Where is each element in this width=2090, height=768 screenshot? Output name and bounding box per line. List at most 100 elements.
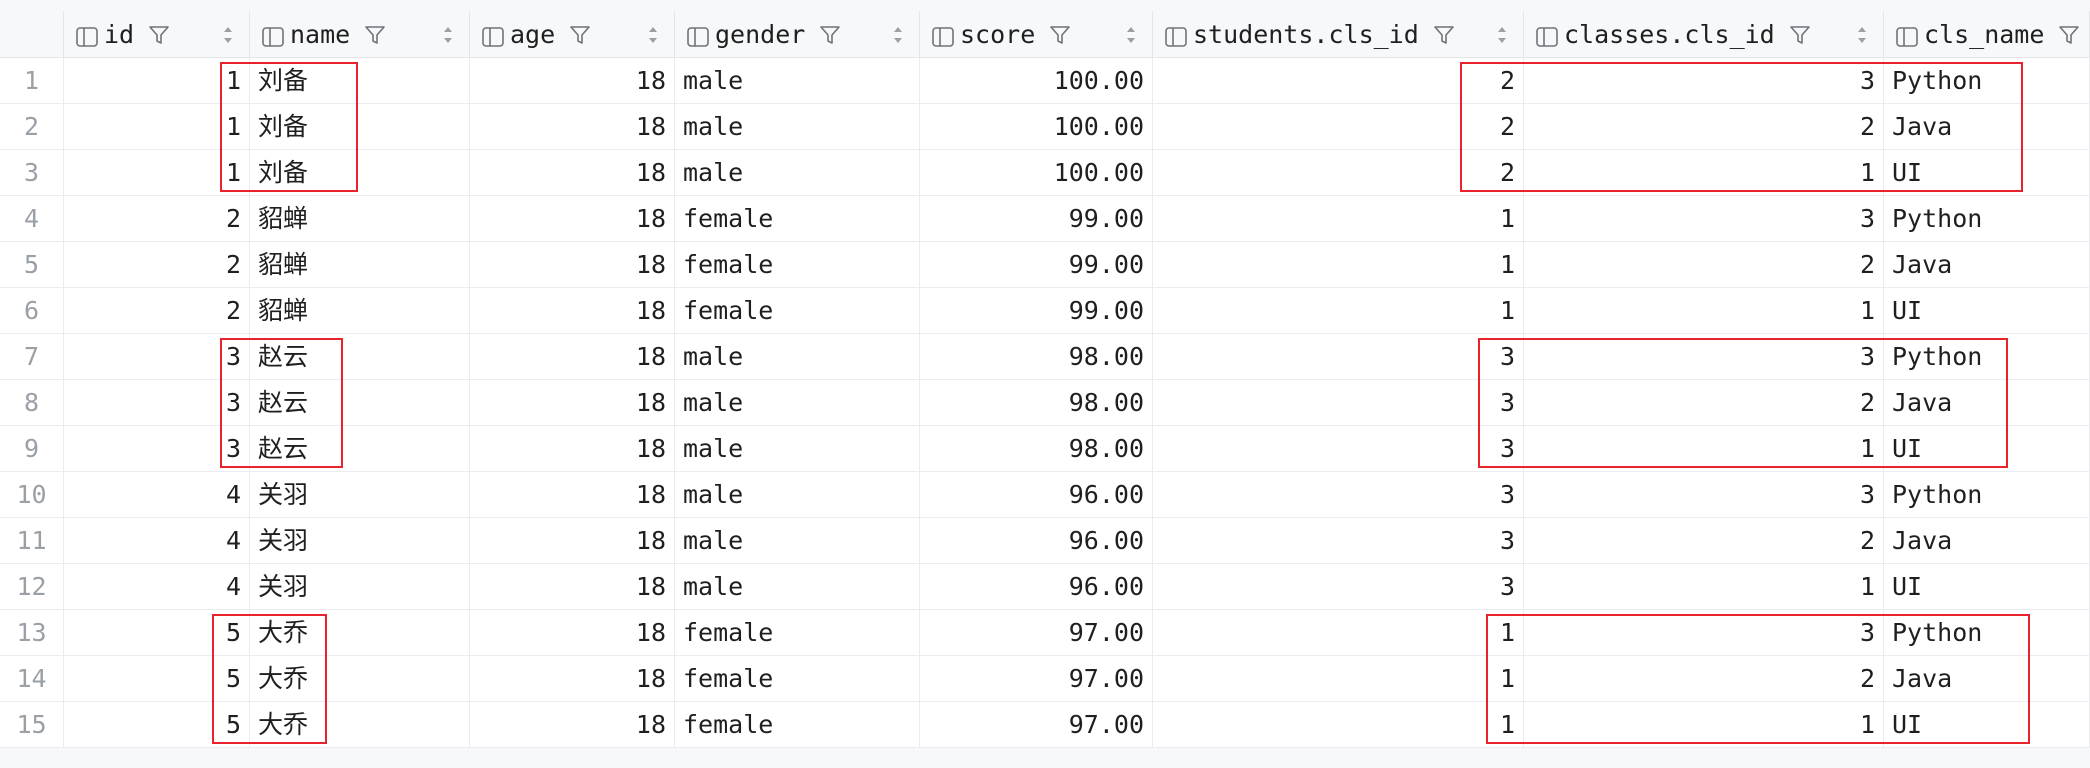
cell-score[interactable]: 99.00 [920, 196, 1153, 241]
cell-age[interactable]: 18 [470, 702, 675, 747]
cell-gender[interactable]: male [675, 150, 920, 195]
column-header-score[interactable]: score [920, 11, 1153, 57]
cell-score[interactable]: 97.00 [920, 656, 1153, 701]
cell-cls-name[interactable]: Java [1884, 518, 2090, 563]
cell-classes-cls-id[interactable]: 1 [1524, 426, 1884, 471]
sort-icon[interactable] [1125, 23, 1137, 45]
table-row[interactable]: 9 3 赵云 18 male 98.00 3 1 UI [0, 426, 2090, 472]
table-row[interactable]: 2 1 刘备 18 male 100.00 2 2 Java [0, 104, 2090, 150]
cell-gender[interactable]: male [675, 564, 920, 609]
cell-score[interactable]: 96.00 [920, 518, 1153, 563]
cell-students-cls-id[interactable]: 2 [1153, 104, 1524, 149]
cell-students-cls-id[interactable]: 1 [1153, 656, 1524, 701]
cell-students-cls-id[interactable]: 1 [1153, 196, 1524, 241]
cell-name[interactable]: 貂蝉 [250, 288, 470, 333]
cell-score[interactable]: 98.00 [920, 380, 1153, 425]
cell-name[interactable]: 刘备 [250, 104, 470, 149]
cell-name[interactable]: 赵云 [250, 334, 470, 379]
cell-age[interactable]: 18 [470, 380, 675, 425]
cell-gender[interactable]: male [675, 380, 920, 425]
filter-icon[interactable] [2058, 23, 2080, 45]
cell-cls-name[interactable]: Python [1884, 610, 2090, 655]
cell-classes-cls-id[interactable]: 3 [1524, 58, 1884, 103]
cell-age[interactable]: 18 [470, 656, 675, 701]
filter-icon[interactable] [364, 23, 386, 45]
cell-students-cls-id[interactable]: 3 [1153, 380, 1524, 425]
cell-age[interactable]: 18 [470, 564, 675, 609]
cell-cls-name[interactable]: Java [1884, 380, 2090, 425]
cell-id[interactable]: 5 [64, 656, 250, 701]
table-row[interactable]: 1 1 刘备 18 male 100.00 2 3 Python [0, 58, 2090, 104]
cell-gender[interactable]: female [675, 288, 920, 333]
cell-classes-cls-id[interactable]: 3 [1524, 610, 1884, 655]
cell-name[interactable]: 关羽 [250, 472, 470, 517]
filter-icon[interactable] [569, 23, 591, 45]
cell-students-cls-id[interactable]: 1 [1153, 702, 1524, 747]
sort-icon[interactable] [647, 23, 659, 45]
cell-name[interactable]: 刘备 [250, 150, 470, 195]
cell-age[interactable]: 18 [470, 288, 675, 333]
filter-icon[interactable] [1789, 23, 1811, 45]
cell-cls-name[interactable]: UI [1884, 702, 2090, 747]
cell-gender[interactable]: female [675, 242, 920, 287]
cell-age[interactable]: 18 [470, 334, 675, 379]
sort-icon[interactable] [892, 23, 904, 45]
cell-classes-cls-id[interactable]: 1 [1524, 150, 1884, 195]
cell-students-cls-id[interactable]: 1 [1153, 242, 1524, 287]
cell-classes-cls-id[interactable]: 3 [1524, 196, 1884, 241]
table-row[interactable]: 10 4 关羽 18 male 96.00 3 3 Python [0, 472, 2090, 518]
cell-name[interactable]: 赵云 [250, 380, 470, 425]
sort-icon[interactable] [1496, 23, 1508, 45]
cell-name[interactable]: 关羽 [250, 564, 470, 609]
cell-age[interactable]: 18 [470, 242, 675, 287]
cell-cls-name[interactable]: Java [1884, 656, 2090, 701]
cell-age[interactable]: 18 [470, 426, 675, 471]
cell-score[interactable]: 100.00 [920, 58, 1153, 103]
cell-score[interactable]: 100.00 [920, 150, 1153, 195]
column-header-classes-cls-id[interactable]: classes.cls_id [1524, 11, 1884, 57]
cell-students-cls-id[interactable]: 2 [1153, 150, 1524, 195]
cell-gender[interactable]: female [675, 656, 920, 701]
cell-gender[interactable]: female [675, 610, 920, 655]
cell-classes-cls-id[interactable]: 2 [1524, 104, 1884, 149]
cell-classes-cls-id[interactable]: 3 [1524, 472, 1884, 517]
cell-score[interactable]: 98.00 [920, 334, 1153, 379]
cell-classes-cls-id[interactable]: 2 [1524, 656, 1884, 701]
column-header-name[interactable]: name [250, 11, 470, 57]
cell-cls-name[interactable]: UI [1884, 288, 2090, 333]
cell-gender[interactable]: male [675, 518, 920, 563]
cell-id[interactable]: 4 [64, 518, 250, 563]
cell-name[interactable]: 貂蝉 [250, 196, 470, 241]
table-row[interactable]: 3 1 刘备 18 male 100.00 2 1 UI [0, 150, 2090, 196]
cell-id[interactable]: 5 [64, 610, 250, 655]
cell-classes-cls-id[interactable]: 2 [1524, 380, 1884, 425]
cell-age[interactable]: 18 [470, 472, 675, 517]
table-row[interactable]: 7 3 赵云 18 male 98.00 3 3 Python [0, 334, 2090, 380]
cell-cls-name[interactable]: Python [1884, 58, 2090, 103]
cell-score[interactable]: 100.00 [920, 104, 1153, 149]
cell-id[interactable]: 2 [64, 288, 250, 333]
sort-icon[interactable] [1856, 23, 1868, 45]
cell-gender[interactable]: male [675, 472, 920, 517]
cell-id[interactable]: 1 [64, 104, 250, 149]
column-header-cls-name[interactable]: cls_name [1884, 11, 2090, 57]
cell-students-cls-id[interactable]: 3 [1153, 518, 1524, 563]
column-header-gender[interactable]: gender [675, 11, 920, 57]
cell-cls-name[interactable]: Python [1884, 472, 2090, 517]
cell-score[interactable]: 99.00 [920, 288, 1153, 333]
cell-id[interactable]: 2 [64, 242, 250, 287]
table-row[interactable]: 4 2 貂蝉 18 female 99.00 1 3 Python [0, 196, 2090, 242]
cell-age[interactable]: 18 [470, 58, 675, 103]
cell-gender[interactable]: male [675, 104, 920, 149]
cell-cls-name[interactable]: UI [1884, 150, 2090, 195]
cell-age[interactable]: 18 [470, 196, 675, 241]
cell-students-cls-id[interactable]: 2 [1153, 58, 1524, 103]
cell-classes-cls-id[interactable]: 2 [1524, 242, 1884, 287]
cell-id[interactable]: 1 [64, 58, 250, 103]
cell-classes-cls-id[interactable]: 1 [1524, 564, 1884, 609]
cell-age[interactable]: 18 [470, 104, 675, 149]
cell-name[interactable]: 大乔 [250, 702, 470, 747]
column-header-id[interactable]: id [64, 11, 250, 57]
cell-name[interactable]: 关羽 [250, 518, 470, 563]
cell-classes-cls-id[interactable]: 1 [1524, 702, 1884, 747]
